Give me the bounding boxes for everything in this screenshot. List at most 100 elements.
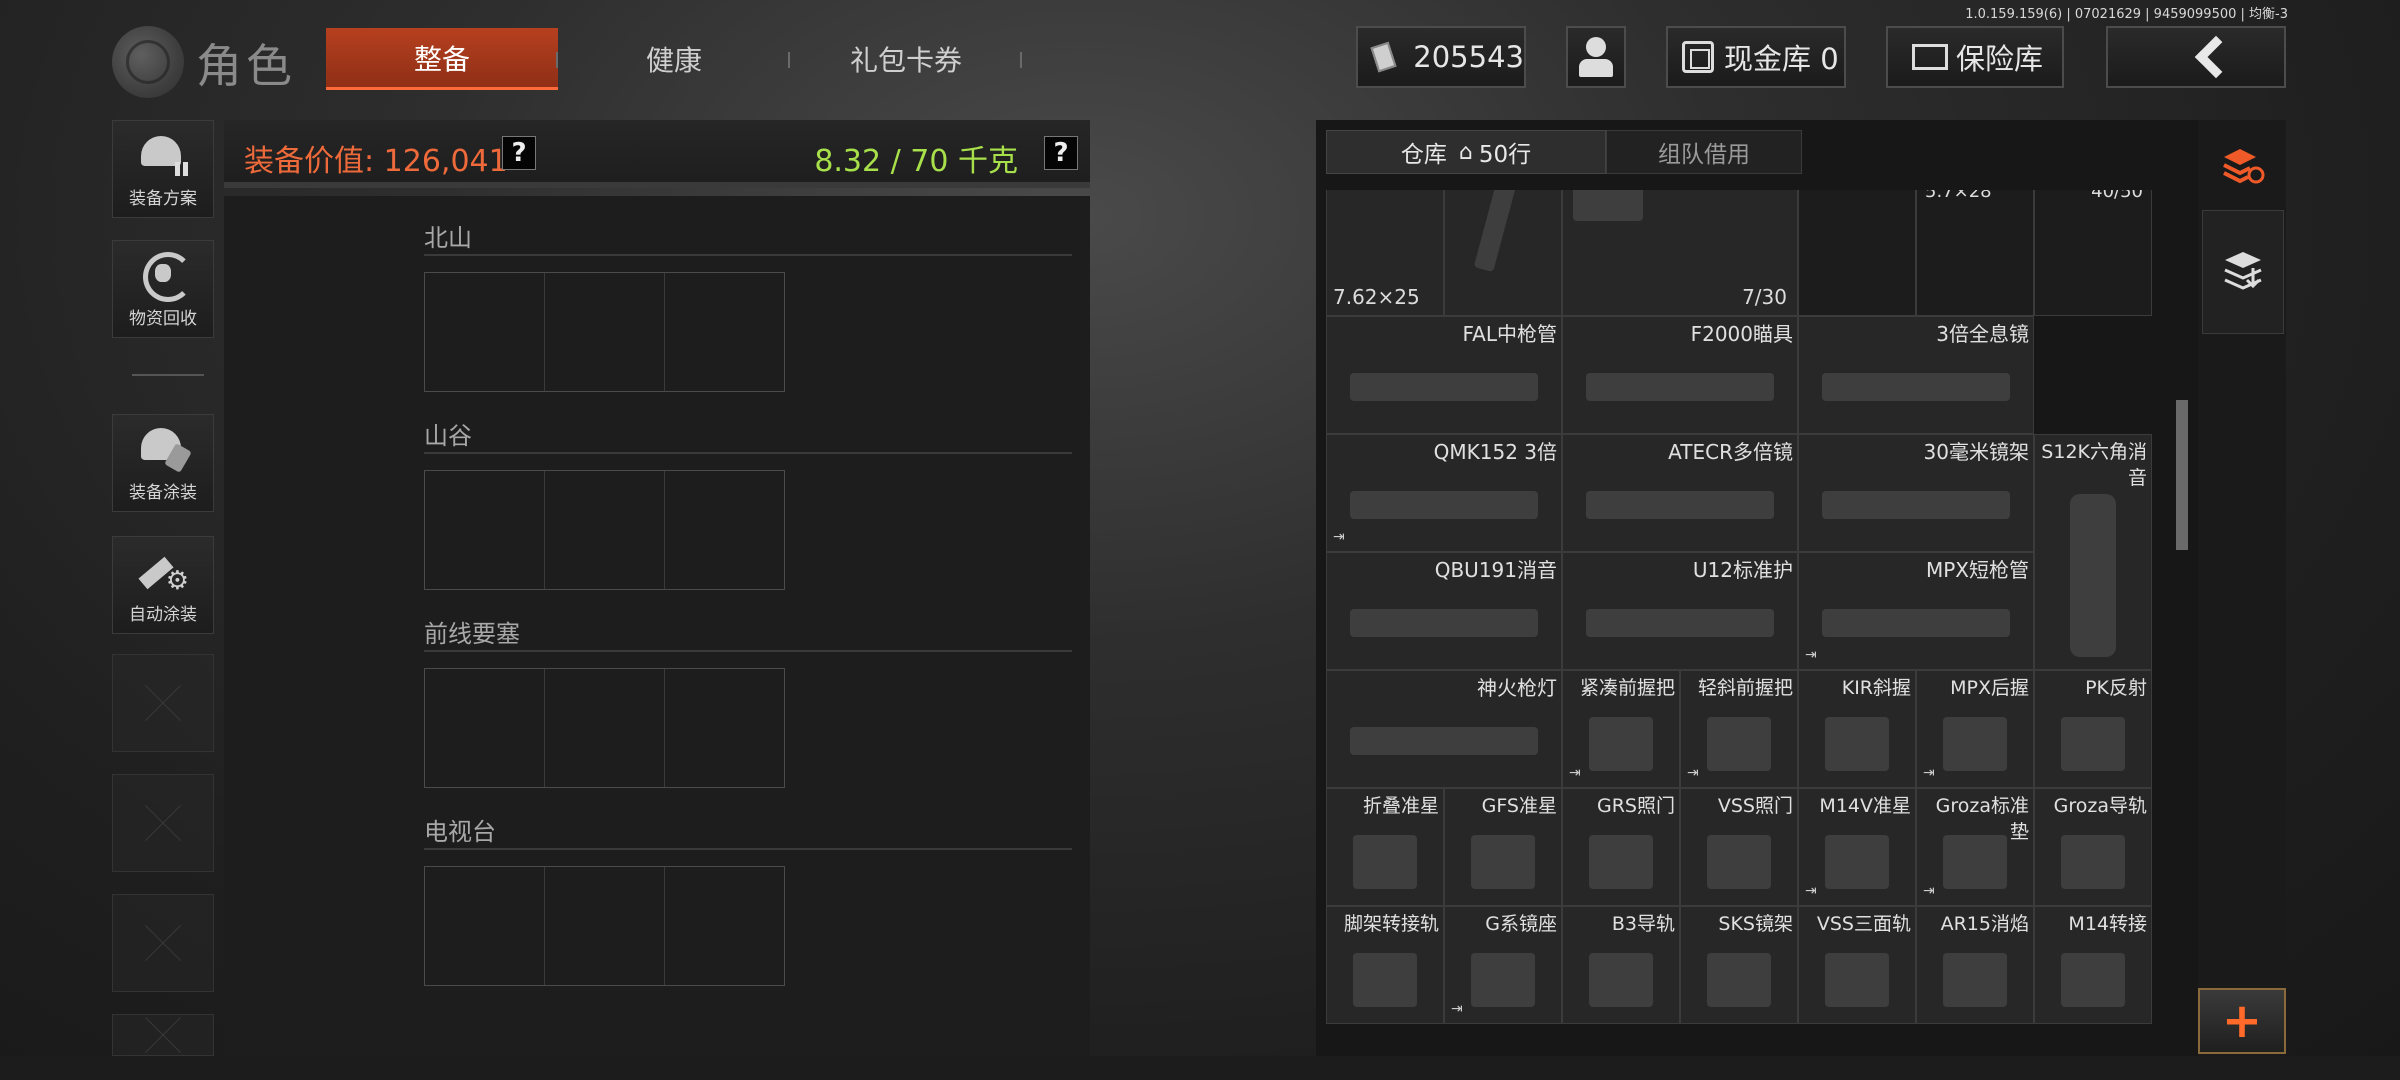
operator-icon — [1576, 35, 1616, 79]
item-name: S12K六角消音 — [2041, 441, 2147, 489]
empty-slot — [112, 1014, 214, 1056]
location-title: 山谷 — [424, 422, 472, 450]
stack-count: 7/30 — [1742, 285, 1787, 309]
inventory-item[interactable]: 紧凑前握把 ⇥ — [1562, 670, 1680, 788]
warehouse-grid: 7.62×25 7/30 5.7×28 40/50 FAL中枪管 F2000瞄具 3… — [1326, 190, 2168, 1048]
item-thumbnail-icon — [1824, 717, 1890, 771]
recycle-icon — [137, 250, 193, 302]
safe-button[interactable]: 保险库 — [1886, 26, 2064, 88]
page-title: 角色 — [196, 39, 296, 93]
equip-flag-icon: ⇥ — [1805, 883, 1817, 899]
equip-flag-icon: ⇥ — [1805, 647, 1817, 663]
item-name: 神火枪灯 — [1477, 676, 1557, 700]
inventory-item[interactable]: 30毫米镜架 — [1798, 434, 2034, 552]
equip-flag-icon: ⇥ — [1923, 883, 1935, 899]
inventory-item[interactable]: PK反射 — [2034, 670, 2152, 788]
inventory-item[interactable]: 7.62×25 — [1326, 190, 1444, 316]
warehouse-scrollbar[interactable] — [2176, 400, 2188, 550]
inventory-item[interactable]: MPX短枪管 ⇥ — [1798, 552, 2034, 670]
location-slot-group[interactable] — [424, 470, 785, 590]
inventory-item[interactable]: 神火枪灯 — [1326, 670, 1562, 788]
stack-refresh-icon — [2223, 149, 2265, 184]
helmet-paint-icon — [137, 424, 189, 470]
bottom-bar — [0, 1056, 2400, 1080]
inventory-item[interactable]: Groza标准垫 ⇥ — [1916, 788, 2034, 906]
inventory-item[interactable]: M14V准星 ⇥ — [1798, 788, 1916, 906]
location-slot-group[interactable] — [424, 866, 785, 986]
import-layout-button[interactable] — [2202, 210, 2284, 334]
currency-display[interactable]: 205543 — [1356, 26, 1526, 88]
inventory-item[interactable]: B3导轨 — [1562, 906, 1680, 1024]
tab-maintenance[interactable]: 整备 — [326, 28, 558, 90]
tab-team-borrow[interactable]: 组队借用 — [1606, 130, 1802, 174]
item-thumbnail-icon — [1586, 608, 1774, 637]
item-name: FAL中枪管 — [1462, 322, 1558, 346]
inventory-item[interactable]: QMK152 3倍 ⇥ — [1326, 434, 1562, 552]
inventory-item[interactable]: FAL中枪管 — [1326, 316, 1562, 434]
back-button[interactable] — [2106, 26, 2286, 88]
character-emblem-icon — [112, 26, 184, 98]
helmet-loadout-icon — [137, 130, 189, 176]
location-slot-group[interactable] — [424, 272, 785, 392]
sidebar-item-auto-skin[interactable]: 自动涂装 — [112, 536, 214, 634]
tab-storage[interactable]: 仓库 ⌂ 50行 — [1326, 130, 1606, 174]
item-thumbnail-icon — [1822, 372, 2010, 401]
equipment-locations-panel: 北山 山谷 前线要塞 电视台 — [224, 196, 1090, 1056]
item-thumbnail-icon — [1706, 717, 1772, 771]
inventory-item[interactable]: 折叠准星 — [1326, 788, 1444, 906]
tab-health[interactable]: 健康 — [560, 28, 788, 90]
inventory-item[interactable]: GFS准星 — [1444, 788, 1562, 906]
stack-import-icon — [2224, 252, 2262, 290]
sidebar-item-loadout[interactable]: 装备方案 — [112, 120, 214, 218]
sort-refresh-button[interactable] — [2202, 124, 2284, 208]
operator-button[interactable] — [1566, 26, 1626, 88]
inventory-item[interactable]: AR15消焰 — [1916, 906, 2034, 1024]
add-button[interactable]: + — [2198, 988, 2286, 1054]
inventory-item[interactable]: MPX后握 ⇥ — [1916, 670, 2034, 788]
inventory-item[interactable]: 7/30 — [1562, 190, 1798, 316]
empty-slot — [112, 654, 214, 752]
inventory-item[interactable]: M14转接 — [2034, 906, 2152, 1024]
equip-flag-icon: ⇥ — [1687, 765, 1699, 781]
weight-display: 8.32 / 70 千克 — [814, 144, 1018, 179]
inventory-item[interactable]: ATECR多倍镜 — [1562, 434, 1798, 552]
item-thumbnail-icon — [1350, 490, 1538, 519]
sidebar-item-recycle[interactable]: 物资回收 — [112, 240, 214, 338]
inventory-item[interactable]: G系镜座 ⇥ — [1444, 906, 1562, 1024]
location-slot-group[interactable] — [424, 668, 785, 788]
nav-separator — [1020, 52, 1022, 68]
inventory-item[interactable]: 轻斜前握把 ⇥ — [1680, 670, 1798, 788]
money-amount: 205543 — [1413, 40, 1524, 74]
inventory-item[interactable]: 5.7×28 — [1916, 190, 2034, 316]
inventory-item[interactable]: 脚架转接轨 — [1326, 906, 1444, 1024]
inventory-item[interactable]: 40/50 — [2034, 190, 2152, 316]
inventory-item[interactable]: GRS照门 — [1562, 788, 1680, 906]
inventory-item[interactable]: Groza导轨 — [2034, 788, 2152, 906]
sidebar-item-skin[interactable]: 装备涂装 — [112, 414, 214, 512]
inventory-item[interactable]: F2000瞄具 — [1562, 316, 1798, 434]
inventory-item[interactable]: QBU191消音 — [1326, 552, 1562, 670]
cash-vault-button[interactable]: 现金库 0 — [1666, 26, 1846, 88]
inventory-item[interactable]: U12标准护 — [1562, 552, 1798, 670]
item-name: 轻斜前握把 — [1697, 677, 1793, 699]
sidebar-item-label: 自动涂装 — [129, 605, 197, 625]
item-thumbnail-icon — [2060, 835, 2126, 889]
item-name: 3倍全息镜 — [1936, 322, 2029, 346]
item-name: Groza导轨 — [2053, 795, 2147, 817]
value-help-button[interactable]: ? — [502, 136, 536, 170]
vault-icon — [1682, 41, 1714, 73]
item-name: VSS照门 — [1717, 795, 1793, 817]
stack-count: 40/50 — [2091, 190, 2143, 202]
home-icon: ⌂ — [1458, 139, 1473, 165]
item-name: GFS准星 — [1481, 795, 1557, 817]
inventory-item[interactable]: VSS三面轨 — [1798, 906, 1916, 1024]
inventory-item[interactable]: SKS镜架 — [1680, 906, 1798, 1024]
inventory-item[interactable]: S12K六角消音 — [2034, 434, 2152, 670]
weight-help-button[interactable]: ? — [1044, 136, 1078, 170]
item-thumbnail-icon — [1350, 608, 1538, 637]
inventory-item[interactable]: KIR斜握 — [1798, 670, 1916, 788]
inventory-item[interactable]: VSS照门 — [1680, 788, 1798, 906]
tab-gift-cards[interactable]: 礼包卡券 — [792, 28, 1020, 90]
inventory-item[interactable]: 3倍全息镜 — [1798, 316, 2034, 434]
inventory-item[interactable] — [1444, 190, 1562, 316]
